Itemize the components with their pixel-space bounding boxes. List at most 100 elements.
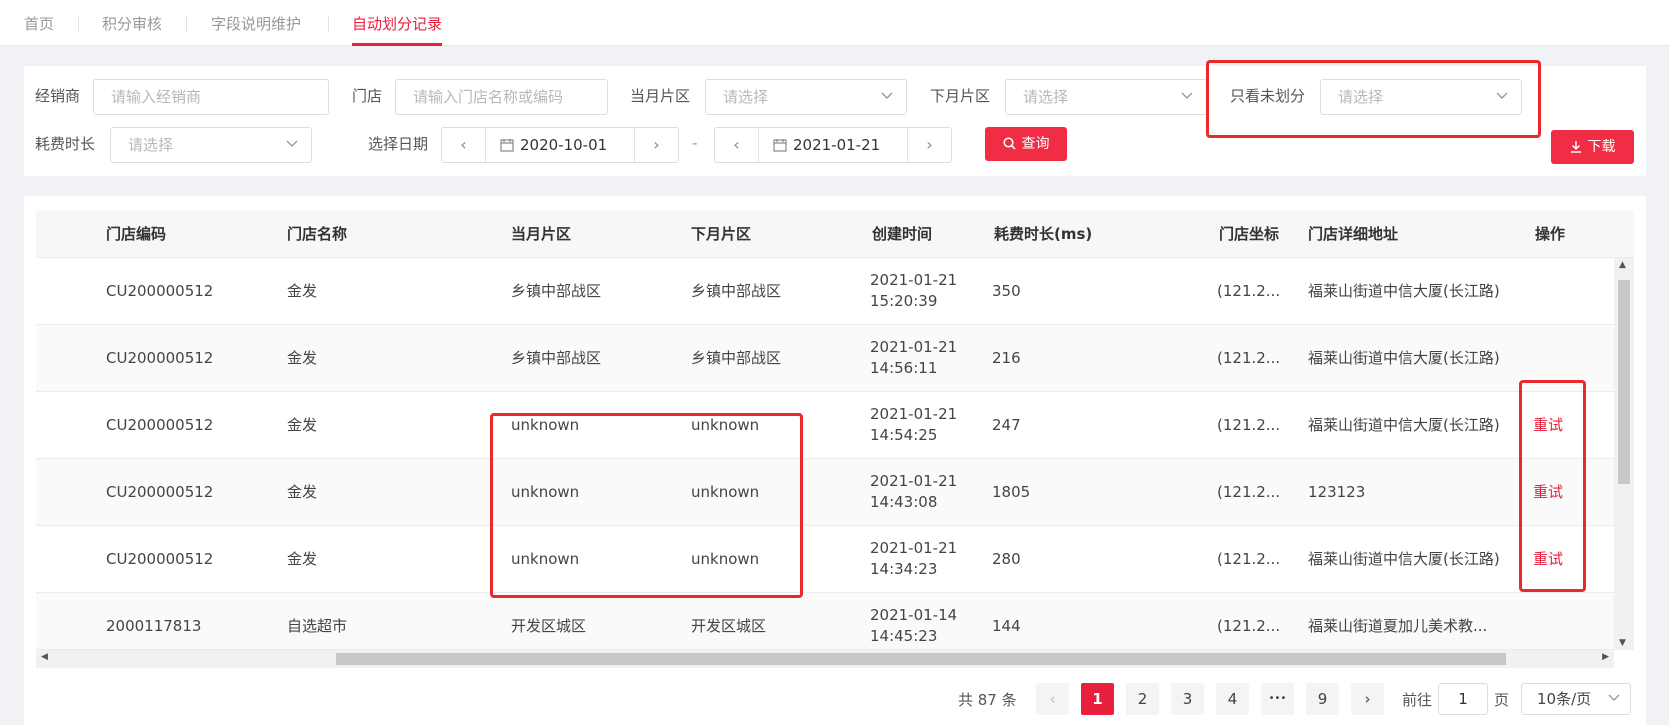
cell-store-code: CU200000512 [106,416,214,434]
goto-page-input[interactable]: 1 [1438,683,1488,715]
cell-created-clock: 14:54:25 [870,426,938,444]
tab-field-maintenance[interactable]: 字段说明维护 [211,12,301,46]
query-button[interactable]: 查询 [985,127,1067,161]
end-date-picker[interactable]: ‹ 2021-01-21 › [714,127,952,163]
cur-area-select[interactable]: 请选择 [705,79,907,115]
tab-bar: 首页 积分审核 字段说明维护 自动划分记录 [0,0,1669,46]
cell-duration: 247 [992,416,1021,434]
col-created-time: 创建时间 [872,225,933,243]
chevron-left-icon[interactable]: ‹ [442,128,486,162]
cell-store-name: 金发 [287,282,318,300]
cell-store-name: 金发 [287,416,318,434]
cell-next-area: 乡镇中部战区 [691,282,782,300]
table-row: CU200000512 金发 乡镇中部战区 乡镇中部战区 2021-01-21 1… [36,325,1614,392]
chevron-left-icon[interactable]: ‹ [715,128,759,162]
cell-address: 福莱山街道中信大厦(长江路) [1308,550,1500,568]
cur-area-placeholder: 请选择 [723,88,769,106]
table-row: CU200000512 金发 乡镇中部战区 乡镇中部战区 2021-01-21 1… [36,258,1614,325]
cell-duration: 216 [992,349,1021,367]
dealer-input[interactable]: 请输入经销商 [93,79,329,115]
cell-cur-area: 开发区城区 [511,617,587,635]
col-address: 门店详细地址 [1308,225,1399,243]
tab-auto-division-records[interactable]: 自动划分记录 [352,12,443,46]
store-label: 门店 [352,87,383,105]
tab-home[interactable]: 首页 [24,12,54,46]
page-4-button[interactable]: 4 [1216,683,1249,715]
page-3-button[interactable]: 3 [1171,683,1204,715]
cell-created-time: 2021-01-21 14:34:23 [870,538,957,580]
next-area-select[interactable]: 请选择 [1005,79,1207,115]
cell-duration: 280 [992,550,1021,568]
cell-store-name: 金发 [287,349,318,367]
cell-created-time: 2021-01-21 14:54:25 [870,404,957,446]
query-label: 查询 [1021,136,1050,152]
search-icon [1002,137,1016,150]
cell-store-name: 自选超市 [287,617,348,635]
start-date-text: 2020-10-01 [520,136,608,154]
table-row: CU200000512 金发 unknown unknown 2021-01-2… [36,526,1614,593]
duration-placeholder: 请选择 [128,136,174,154]
page-9-button[interactable]: 9 [1306,683,1339,715]
cell-created-date: 2021-01-14 [870,606,958,624]
tab-divider [328,16,329,32]
cell-created-time: 2021-01-21 14:56:11 [870,337,957,379]
col-store-name: 门店名称 [287,225,348,243]
chevron-right-icon[interactable]: › [634,128,678,162]
end-date-text: 2021-01-21 [793,136,881,154]
vertical-scrollbar[interactable]: ▲ ▼ [1614,258,1634,650]
chevron-down-icon [286,128,298,148]
calendar-icon [773,139,787,152]
cell-coord: (121.2... [1217,550,1281,568]
cell-coord: (121.2... [1217,349,1281,367]
scroll-right-icon[interactable]: ▶ [1602,652,1609,662]
end-date-value: 2021-01-21 [773,128,880,162]
scroll-left-icon[interactable]: ◀ [41,652,48,662]
download-button[interactable]: 下载 [1551,130,1634,164]
store-input[interactable]: 请输入门店名称或编码 [395,79,608,115]
next-page-button[interactable]: › [1351,683,1384,715]
cell-created-date: 2021-01-21 [870,338,958,356]
table-row: CU200000512 金发 unknown unknown 2021-01-2… [36,459,1614,526]
annotation-box [490,413,803,598]
horizontal-scrollbar[interactable]: ◀ ▶ [36,650,1614,668]
tab-points-review[interactable]: 积分审核 [102,12,162,46]
cell-created-clock: 14:56:11 [870,359,938,377]
cell-created-clock: 14:34:23 [870,560,938,578]
vertical-scroll-thumb[interactable] [1618,280,1630,484]
cell-store-name: 金发 [287,550,318,568]
cell-address: 福莱山街道中信大厦(长江路) [1308,416,1500,434]
table-row: 2000117813 自选超市 开发区城区 开发区城区 2021-01-14 14… [36,593,1614,650]
download-icon [1570,141,1581,153]
duration-select[interactable]: 请选择 [110,127,312,163]
records-table-panel: 门店编码 门店名称 当月片区 下月片区 创建时间 耗费时长(ms) 门店坐标 门… [24,196,1646,725]
cell-address: 123123 [1308,483,1366,501]
chevron-down-icon [881,80,893,100]
cell-duration: 350 [992,282,1021,300]
more-pages-button[interactable]: ••• [1261,683,1294,715]
col-action: 操作 [1535,225,1566,243]
page-2-button[interactable]: 2 [1126,683,1159,715]
cell-address: 福莱山街道中信大厦(长江路) [1308,282,1500,300]
cell-created-time: 2021-01-21 15:20:39 [870,270,957,312]
scroll-down-icon[interactable]: ▼ [1619,638,1626,648]
prev-page-button[interactable]: ‹ [1036,683,1069,715]
start-date-picker[interactable]: ‹ 2020-10-01 › [441,127,679,163]
cell-created-clock: 14:45:23 [870,627,938,645]
page-1-button[interactable]: 1 [1081,683,1114,715]
cur-area-label: 当月片区 [630,87,691,105]
tab-divider [186,16,187,32]
col-next-area: 下月片区 [691,225,752,243]
horizontal-scroll-thumb[interactable] [336,653,1506,665]
cell-cur-area: 乡镇中部战区 [511,349,602,367]
cell-created-date: 2021-01-21 [870,405,958,423]
dealer-label: 经销商 [35,87,81,105]
cell-address: 福莱山街道夏加儿美术教... [1308,617,1488,635]
cell-store-name: 金发 [287,483,318,501]
total-count: 共 87 条 [958,691,1017,709]
chevron-right-icon[interactable]: › [907,128,951,162]
scroll-up-icon[interactable]: ▲ [1619,260,1626,270]
col-store-code: 门店编码 [106,225,167,243]
page-size-select[interactable]: 10条/页 [1521,683,1631,715]
cell-coord: (121.2... [1217,483,1281,501]
start-date-value: 2020-10-01 [500,128,607,162]
